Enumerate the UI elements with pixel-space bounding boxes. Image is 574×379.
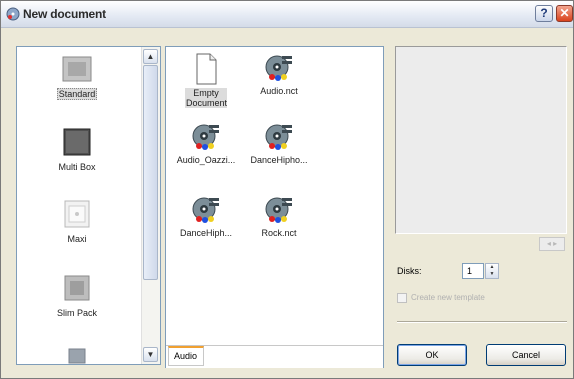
category-label: Slim Pack xyxy=(56,308,97,318)
category-label: Maxi xyxy=(67,234,87,244)
app-disc-icon xyxy=(6,7,20,21)
spin-up-icon[interactable]: ▲ xyxy=(486,264,498,271)
category-label: Multi Box xyxy=(58,162,96,172)
spin-down-icon[interactable]: ▼ xyxy=(486,271,498,278)
category-item-partial[interactable] xyxy=(27,345,127,364)
template-list[interactable]: Empty Document Audio.nct Audio_Oazzi... … xyxy=(165,46,384,368)
category-item-slim-pack[interactable]: Slim Pack xyxy=(27,273,127,319)
audio-disc-icon xyxy=(192,124,219,150)
empty-document-icon xyxy=(196,53,217,85)
category-scrollbar[interactable]: ▲ ▼ xyxy=(141,47,160,364)
scroll-thumb[interactable] xyxy=(143,65,158,280)
create-template-label: Create new template xyxy=(411,293,485,302)
disks-field[interactable]: 1 xyxy=(462,263,484,279)
category-item-multi-box[interactable]: Multi Box xyxy=(27,127,127,173)
template-label: Audio_Oazzi... xyxy=(176,155,236,165)
window-title: New document xyxy=(23,7,106,21)
maxi-case-icon xyxy=(64,200,90,228)
template-tab-strip: Audio xyxy=(166,345,383,368)
new-document-dialog: New document ? ✕ Standard Multi Box Maxi… xyxy=(0,0,574,379)
close-button[interactable]: ✕ xyxy=(556,5,573,22)
category-label: Standard xyxy=(56,88,98,100)
template-label: DanceHipho... xyxy=(250,155,308,165)
cancel-button[interactable]: Cancel xyxy=(486,344,566,366)
ok-button[interactable]: OK xyxy=(397,344,467,366)
preview-pane xyxy=(395,46,567,234)
template-label: Audio.nct xyxy=(260,86,298,96)
template-label: DanceHiph... xyxy=(179,228,233,238)
template-item-dancehiphop-2[interactable]: DanceHiph... xyxy=(171,195,241,238)
disks-label: Disks: xyxy=(397,266,422,276)
title-bar[interactable]: New document ? ✕ xyxy=(1,1,573,28)
audio-disc-icon xyxy=(192,197,219,223)
template-item-rock[interactable]: Rock.nct xyxy=(244,195,314,238)
help-button[interactable]: ? xyxy=(535,5,553,22)
slim-pack-icon xyxy=(64,275,90,301)
template-item-audio-oazzi[interactable]: Audio_Oazzi... xyxy=(171,122,241,165)
multi-box-icon xyxy=(63,128,91,156)
divider xyxy=(397,321,567,323)
audio-disc-icon xyxy=(265,55,292,81)
template-label: Empty Document xyxy=(185,88,228,108)
template-item-audio[interactable]: Audio.nct xyxy=(244,53,314,96)
category-item-standard[interactable]: Standard xyxy=(27,55,127,100)
case-icon xyxy=(68,348,86,364)
audio-disc-icon xyxy=(265,124,292,150)
scroll-up-button[interactable]: ▲ xyxy=(143,49,158,64)
template-item-dancehiphop-1[interactable]: DanceHipho... xyxy=(244,122,314,165)
template-label: Rock.nct xyxy=(261,228,297,238)
tab-audio[interactable]: Audio xyxy=(168,346,204,366)
category-item-maxi[interactable]: Maxi xyxy=(27,199,127,245)
create-template-checkbox[interactable] xyxy=(397,293,407,303)
category-list[interactable]: Standard Multi Box Maxi Slim Pack ▲ ▼ xyxy=(16,46,161,365)
scroll-down-button[interactable]: ▼ xyxy=(143,347,158,362)
disks-spinner[interactable]: ▲ ▼ xyxy=(485,263,499,279)
audio-disc-icon xyxy=(265,197,292,223)
standard-case-icon xyxy=(62,56,92,82)
template-item-empty-document[interactable]: Empty Document xyxy=(171,53,241,108)
preview-nav-button[interactable]: ◂ ▸ xyxy=(539,237,565,251)
